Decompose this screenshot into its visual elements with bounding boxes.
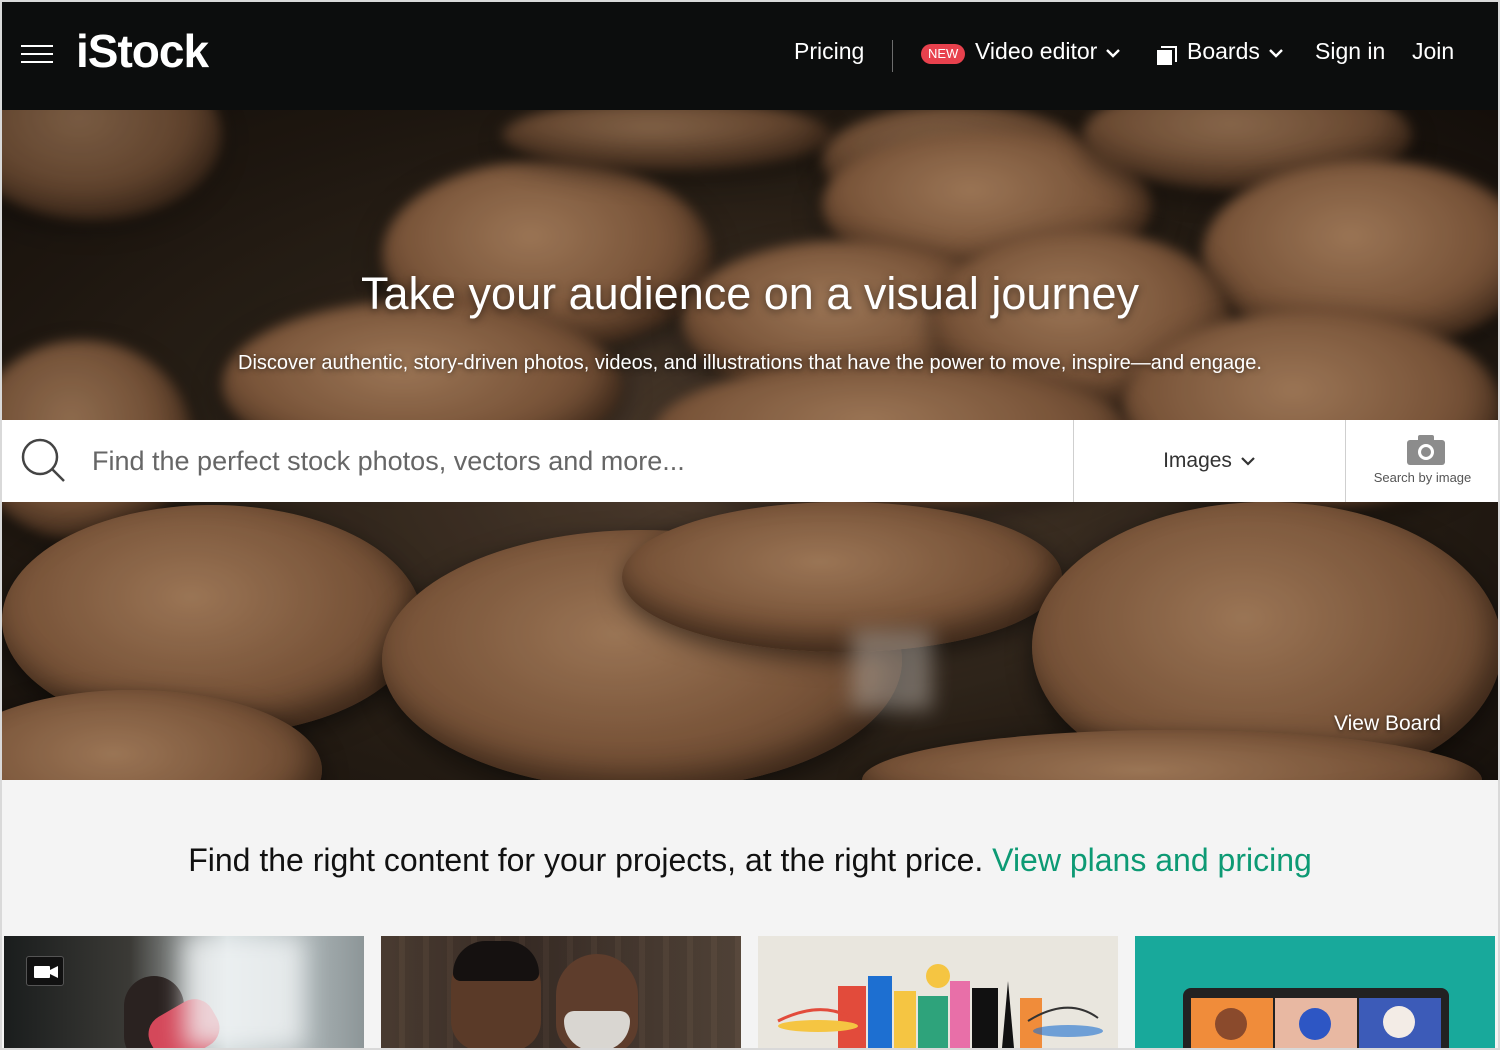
- search-bar: Images Search by image: [2, 420, 1498, 502]
- view-board-link[interactable]: View Board: [1334, 712, 1441, 736]
- search-icon[interactable]: [20, 437, 66, 483]
- card-photo-beard: [564, 1011, 630, 1048]
- nav-video-editor[interactable]: Video editor: [975, 38, 1121, 65]
- search-by-image-button[interactable]: Search by image: [1347, 420, 1498, 502]
- content-type-dropdown[interactable]: Images: [1073, 420, 1346, 502]
- content-type-selected: Images: [1163, 449, 1232, 472]
- page: iStock Pricing NEW Video editor Boards S…: [2, 2, 1498, 1048]
- card-illustration-city: [777, 964, 1103, 1048]
- hero-title: Take your audience on a visual journey: [361, 268, 1139, 319]
- featured-card-city-illustration[interactable]: [758, 936, 1118, 1048]
- top-nav-bar: iStock Pricing NEW Video editor Boards S…: [2, 2, 1498, 110]
- video-badge: [26, 956, 64, 986]
- nav-video-editor-label: Video editor: [975, 38, 1098, 64]
- card-illustration-person-3: [1383, 1006, 1415, 1038]
- card-photo-hair: [453, 941, 539, 981]
- chevron-down-icon: [1241, 457, 1255, 467]
- nav-divider: [892, 40, 893, 72]
- pricing-promo: Find the right content for your projects…: [2, 842, 1498, 879]
- chevron-down-icon: [1106, 49, 1121, 58]
- hero-subtitle: Discover authentic, story-driven photos,…: [238, 352, 1262, 374]
- search-by-image-label: Search by image: [1373, 470, 1472, 485]
- view-plans-link[interactable]: View plans and pricing: [992, 842, 1312, 878]
- chevron-down-icon: [1269, 49, 1283, 58]
- camera-icon: [1407, 435, 1445, 465]
- new-badge: NEW: [921, 44, 966, 64]
- card-photo-water: [184, 936, 304, 1048]
- nav-pricing[interactable]: Pricing: [794, 38, 864, 65]
- nav-boards-label: Boards: [1187, 38, 1260, 64]
- video-camera-icon: [34, 966, 58, 978]
- pricing-promo-text: Find the right content for your projects…: [188, 842, 984, 878]
- featured-card-two-men-photo[interactable]: [381, 936, 741, 1048]
- featured-card-kayak-video[interactable]: [4, 936, 364, 1048]
- boards-icon: [1157, 46, 1177, 65]
- istock-logo[interactable]: iStock: [76, 24, 209, 78]
- card-illustration-person-2: [1299, 1008, 1331, 1040]
- nav-join[interactable]: Join: [1412, 38, 1454, 65]
- search-input[interactable]: [92, 440, 1052, 482]
- nav-sign-in[interactable]: Sign in: [1315, 38, 1385, 65]
- featured-card-video-call-illustration[interactable]: [1135, 936, 1495, 1048]
- card-illustration-person-1: [1215, 1008, 1247, 1040]
- nav-boards[interactable]: Boards: [1187, 38, 1284, 65]
- hamburger-menu-icon[interactable]: [21, 43, 53, 65]
